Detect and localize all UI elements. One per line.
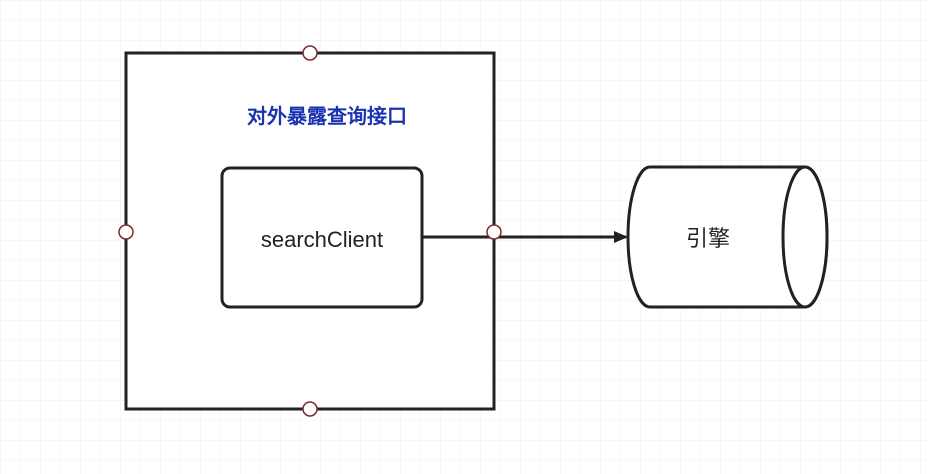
diagram-canvas: 对外暴露查询接口 searchClient 引擎 [0,0,928,474]
connection-point-top[interactable] [302,45,318,61]
cylinder-end-cap [781,165,829,309]
connection-point-left[interactable] [118,224,134,240]
engine-label: 引擎 [686,226,730,251]
container-title: 对外暴露查询接口 [247,104,407,128]
connection-point-right[interactable] [486,224,502,240]
connection-point-bottom[interactable] [302,401,318,417]
search-client-label: searchClient [261,227,383,252]
